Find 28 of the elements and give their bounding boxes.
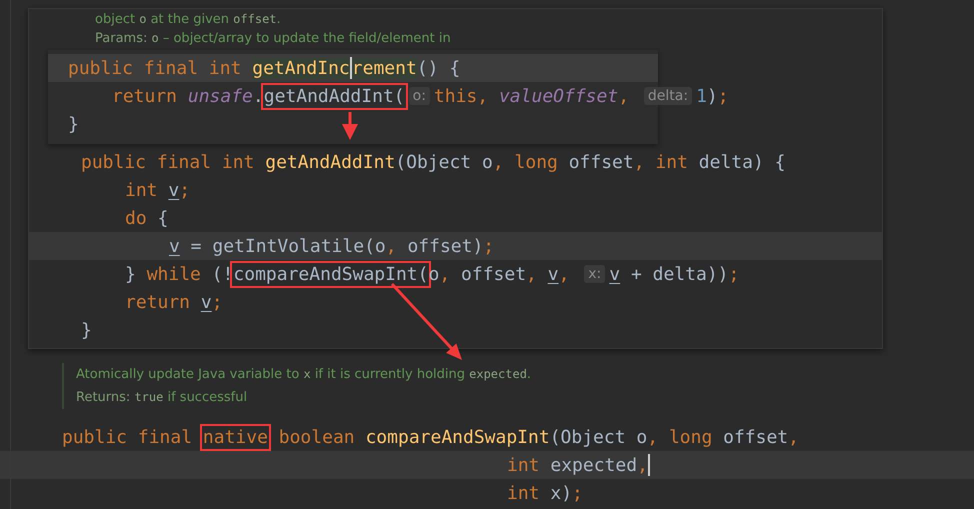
highlight-box: getAndAddInt( [260, 82, 408, 110]
doc-text: Params: o – object/array to update the field/element in [95, 30, 451, 48]
doc-text: object o at the given offset. [95, 11, 281, 29]
code-text: boolean compareAndSwapInt(Object o, long offset, [278, 426, 799, 448]
code-text: rement() { [352, 58, 460, 78]
code-text: public final int getAndInc [68, 58, 350, 78]
code-text: v = getIntVolatile(o, offset); [169, 236, 494, 256]
parameter-hint: x: [584, 265, 606, 283]
text-cursor [350, 57, 352, 79]
code-text: } [81, 320, 92, 340]
code-text: this, valueOffset, [434, 86, 630, 106]
code-text: return v; [125, 292, 223, 312]
code-text: int x); [507, 482, 583, 504]
code-text: 1); [696, 86, 729, 106]
code-text: do { [125, 208, 168, 228]
parameter-hint: o: [408, 87, 430, 105]
parameter-hint: delta: [644, 87, 692, 105]
code-text: v + delta)); [609, 264, 740, 284]
code-text: int expected, [507, 454, 648, 476]
code-text: int v; [125, 180, 190, 200]
highlight-box: native [200, 424, 271, 450]
code-text: public final int getAndAddInt(Object o, long offset, int delta) { [81, 152, 786, 172]
code-text: public final [62, 426, 194, 448]
code-text: } [68, 114, 79, 134]
doc-text: Returns: true if successful [76, 389, 248, 407]
text-cursor [648, 454, 650, 476]
doc-text: Atomically update Java variable to x if it is currently holding expected. [76, 366, 532, 384]
arrow [342, 112, 358, 140]
